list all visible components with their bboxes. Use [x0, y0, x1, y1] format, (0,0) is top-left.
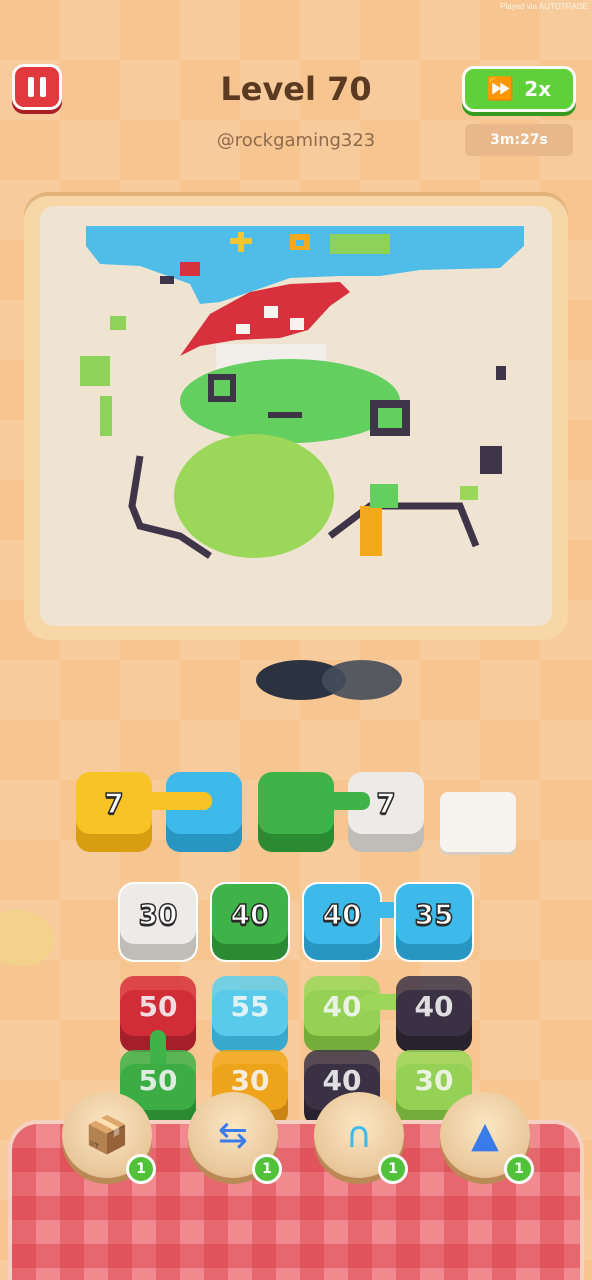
pixel-grass-left-2: [100, 396, 112, 436]
speed-toggle-button[interactable]: ⏩ 2x: [462, 66, 576, 112]
block-r2c2[interactable]: 55: [212, 976, 288, 1052]
pixel-frog-belly: [174, 434, 334, 558]
block-r2c3[interactable]: 40: [304, 976, 380, 1052]
watermark-text: Played via AUTOTRADE: [500, 2, 588, 11]
pixel-carrot: [360, 506, 382, 556]
block-r1c3[interactable]: 40: [302, 882, 382, 962]
queue-slot-2[interactable]: [166, 772, 242, 852]
vacuum-icon: ▲: [471, 1114, 499, 1156]
booster-count: 1: [252, 1154, 282, 1184]
booster-count: 1: [126, 1154, 156, 1184]
block-label: 30: [120, 884, 196, 944]
block-r1c4[interactable]: 35: [394, 882, 474, 962]
level-timer: 3m:27s: [465, 124, 573, 156]
pixel-grass-right: [460, 486, 478, 500]
pixel-hill: [330, 234, 390, 254]
block-r1c1[interactable]: 30: [118, 882, 198, 962]
block-r1c2[interactable]: 40: [210, 882, 290, 962]
speed-label: 2x: [524, 77, 552, 101]
pixel-frog-eye-right-inner: [378, 408, 402, 428]
pixel-sun-hole: [296, 240, 304, 246]
booster-shuffle[interactable]: ⇆ 1: [188, 1092, 282, 1184]
block-label: 50: [120, 976, 196, 1036]
queue-slot-1[interactable]: 7: [76, 772, 152, 852]
block-label: 40: [212, 884, 288, 944]
pixel-rock: [480, 446, 502, 474]
pixel-frog-eye-left-inner: [214, 380, 230, 396]
pixel-grass-left-3: [110, 316, 126, 330]
pixel-stem: [160, 276, 174, 284]
queue-link-yellow-blue: [132, 792, 212, 810]
queue-slot-4[interactable]: 7: [348, 772, 424, 852]
pixel-flower: [180, 262, 200, 276]
block-label: 35: [396, 884, 472, 944]
pixel-art: [80, 226, 524, 559]
booster-count: 1: [378, 1154, 408, 1184]
block-label: 40: [396, 976, 472, 1036]
booster-add-slot[interactable]: 📦 1: [62, 1092, 156, 1184]
pixel-spot-1: [264, 306, 278, 318]
pixel-star-v: [238, 232, 244, 252]
pixel-dot: [496, 366, 506, 380]
booster-magnet[interactable]: ∩ 1: [314, 1092, 408, 1184]
queue-link-green-white: [300, 792, 370, 810]
block-label: 55: [212, 976, 288, 1036]
fast-forward-icon: ⏩: [486, 76, 515, 102]
pixel-spot-3: [236, 324, 250, 334]
booster-count: 1: [504, 1154, 534, 1184]
magnet-icon: ∩: [345, 1114, 373, 1156]
queue-slot-3[interactable]: [258, 772, 334, 852]
pixel-grass-left: [80, 356, 110, 386]
pixel-carrot-top: [370, 484, 398, 508]
pixel-art-canvas: [40, 206, 552, 626]
queue-slot-empty[interactable]: [440, 792, 516, 852]
hole-right: [322, 660, 402, 700]
decor-leaf: [0, 910, 54, 966]
pixel-frog-mouth: [268, 412, 302, 418]
pixel-spot-2: [290, 318, 304, 330]
pixel-frog-arm-right: [327, 502, 480, 548]
box-plus-icon: 📦: [84, 1115, 130, 1156]
shuffle-arrows-icon: ⇆: [217, 1114, 249, 1156]
block-r2c4[interactable]: 40: [396, 976, 472, 1052]
booster-vacuum[interactable]: ▲ 1: [440, 1092, 534, 1184]
